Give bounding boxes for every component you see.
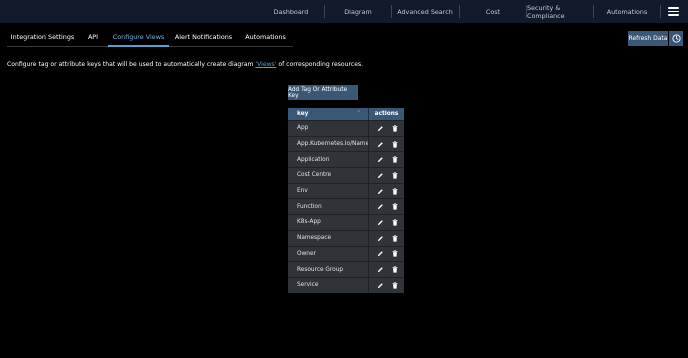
key-cell: Cost Centre [297, 172, 332, 179]
delete-icon[interactable] [391, 266, 398, 273]
tab-alert-notifications[interactable]: Alert Notifications [169, 27, 238, 46]
column-header-actions: actions [368, 108, 404, 120]
nav-divider [660, 5, 661, 18]
nav-diagram[interactable]: Diagram [325, 0, 391, 23]
key-cell: Function [297, 203, 322, 210]
nav-advanced-search[interactable]: Advanced Search [392, 0, 458, 23]
refresh-data-button[interactable]: Refresh Data [628, 31, 668, 46]
delete-icon[interactable] [391, 234, 398, 242]
column-header-key[interactable]: key ⌃ [288, 108, 368, 120]
delete-icon[interactable] [391, 187, 398, 195]
tab-integration-settings[interactable]: Integration Settings [7, 27, 78, 46]
key-cell: Env [297, 188, 308, 195]
page-description: Configure tag or attribute keys that wil… [7, 61, 363, 68]
description-text-end: of corresponding resources. [278, 61, 364, 68]
add-tag-or-attribute-key-button[interactable]: Add Tag Or Attribute Key [288, 85, 358, 100]
delete-icon[interactable] [391, 219, 398, 226]
table-row: K8s-App [288, 214, 404, 230]
table-row: Function [288, 198, 404, 215]
actions-cell [368, 262, 404, 277]
table-row: Namespace [288, 229, 404, 246]
key-cell: Namespace [297, 235, 332, 242]
table-body: App App.Kubernetes.Io/Name Application Cost… [288, 120, 404, 293]
table-row: Service [288, 276, 404, 293]
delete-icon[interactable] [391, 140, 398, 148]
delete-icon[interactable] [391, 156, 398, 163]
edit-icon[interactable] [377, 203, 384, 210]
clock-icon[interactable] [669, 31, 683, 46]
edit-icon[interactable] [377, 172, 384, 179]
nav-dashboard[interactable]: Dashboard [258, 0, 324, 23]
nav-automations[interactable]: Automations [594, 0, 660, 23]
actions-cell [368, 168, 404, 183]
edit-icon[interactable] [377, 219, 384, 226]
actions-cell [368, 183, 404, 199]
edit-icon[interactable] [377, 235, 384, 242]
key-cell: App.Kubernetes.Io/Name [297, 141, 370, 148]
edit-icon[interactable] [377, 282, 384, 289]
key-cell: Resource Group [297, 266, 344, 273]
table-row: App [288, 120, 404, 136]
delete-icon[interactable] [391, 172, 398, 179]
edit-icon[interactable] [377, 266, 384, 273]
table-row: Env [288, 182, 404, 199]
table-row: Cost Centre [288, 167, 404, 183]
actions-cell [368, 152, 404, 168]
top-nav-bar: Dashboard Diagram Advanced Search Cost S… [0, 0, 688, 23]
actions-cell [368, 277, 404, 293]
key-cell: Service [297, 282, 319, 289]
hamburger-menu-icon[interactable] [668, 7, 679, 16]
actions-cell [368, 121, 404, 136]
key-cell: Owner [297, 250, 316, 257]
delete-icon[interactable] [391, 203, 398, 210]
delete-icon[interactable] [391, 125, 398, 132]
key-cell: App [297, 125, 309, 132]
table-row: Application [288, 151, 404, 168]
sort-icon[interactable]: ⌃ [357, 110, 361, 116]
edit-icon[interactable] [377, 125, 384, 132]
settings-tabs: Integration Settings API Configure Views… [7, 27, 293, 47]
key-cell: Application [297, 156, 330, 163]
actions-cell [368, 136, 404, 152]
nav-cost[interactable]: Cost [460, 0, 526, 23]
table-row: Owner [288, 245, 404, 262]
table-row: Resource Group [288, 261, 404, 277]
actions-cell [368, 215, 404, 230]
actions-cell [368, 246, 404, 262]
edit-icon[interactable] [377, 141, 384, 148]
actions-cell [368, 199, 404, 215]
delete-icon[interactable] [391, 281, 398, 289]
table-row: App.Kubernetes.Io/Name [288, 135, 404, 152]
tab-api[interactable]: API [78, 27, 108, 46]
keys-table: key ⌃ actions App App.Kubernetes.Io/Name A… [288, 108, 404, 293]
views-link[interactable]: 'Views' [255, 61, 276, 68]
table-header: key ⌃ actions [288, 108, 404, 120]
edit-icon[interactable] [377, 188, 384, 195]
delete-icon[interactable] [391, 250, 398, 257]
tab-configure-views[interactable]: Configure Views [108, 27, 169, 46]
key-cell: K8s-App [297, 219, 321, 226]
description-text: Configure tag or attribute keys that wil… [7, 61, 254, 68]
active-tab-indicator [108, 45, 169, 47]
tab-automations[interactable]: Automations [238, 27, 293, 46]
column-header-key-label: key [297, 111, 309, 117]
nav-security-compliance[interactable]: Security & Compliance [527, 0, 593, 23]
actions-cell [368, 230, 404, 246]
edit-icon[interactable] [377, 250, 384, 257]
edit-icon[interactable] [377, 156, 384, 163]
